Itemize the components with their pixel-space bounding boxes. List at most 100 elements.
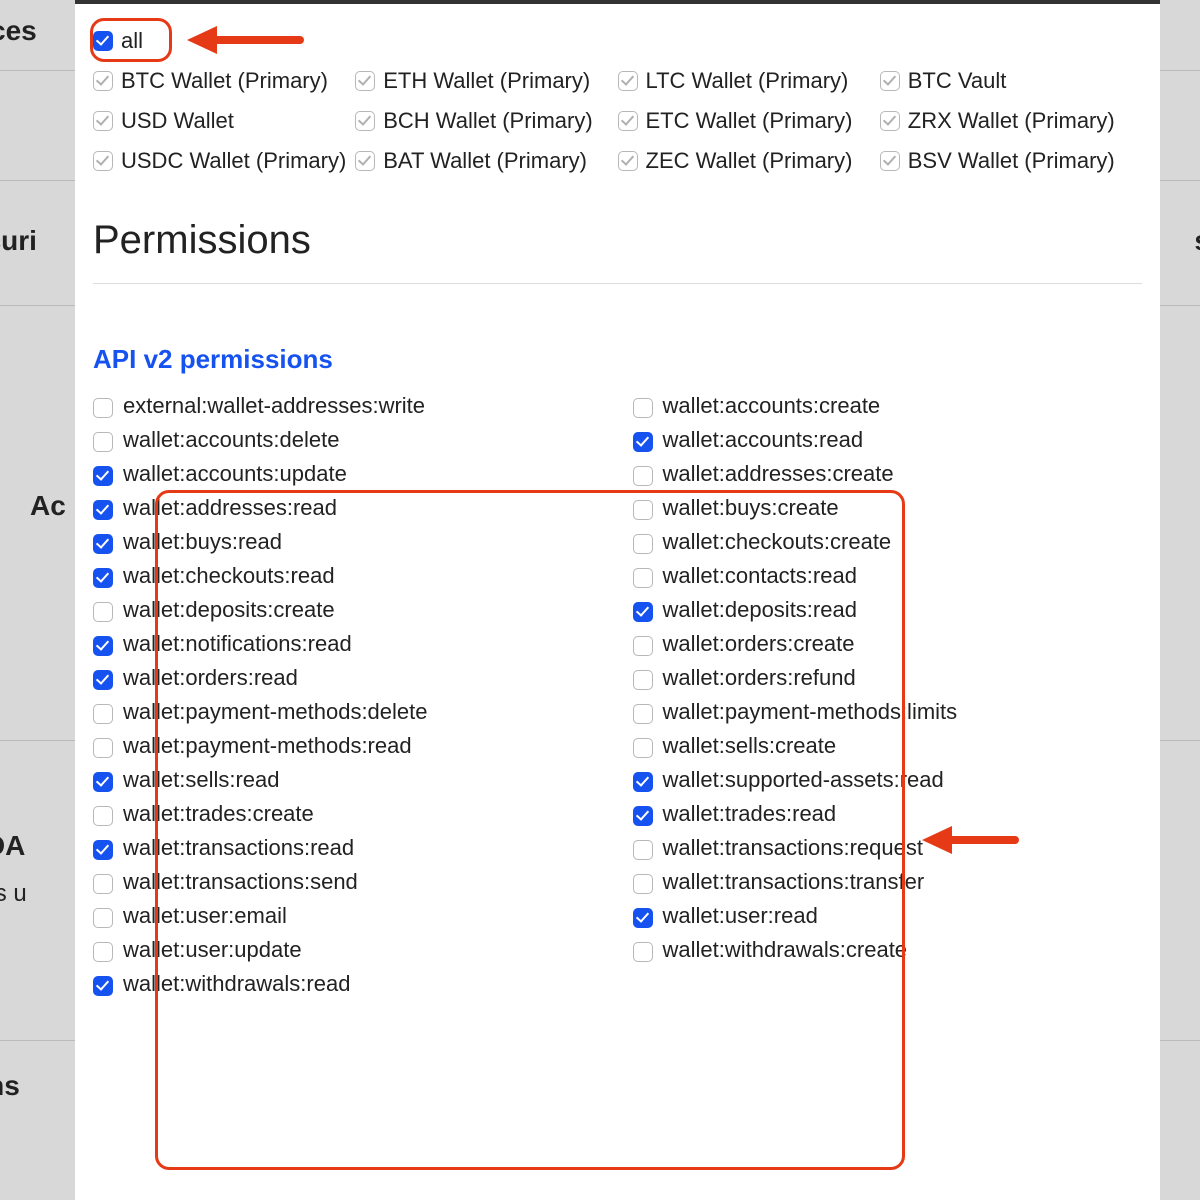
checkbox[interactable] — [93, 602, 113, 622]
checkbox[interactable] — [355, 151, 375, 171]
permission-item[interactable]: wallet:user:read — [633, 903, 1143, 929]
checkbox[interactable] — [93, 71, 113, 91]
checkbox[interactable] — [633, 806, 653, 826]
permission-item[interactable]: wallet:payment-methods:read — [93, 733, 603, 759]
checkbox[interactable] — [618, 71, 638, 91]
permission-item[interactable]: wallet:addresses:create — [633, 461, 1143, 487]
checkbox[interactable] — [93, 432, 113, 452]
permission-item[interactable]: wallet:supported-assets:read — [633, 767, 1143, 793]
checkbox[interactable] — [633, 568, 653, 588]
permission-item[interactable]: wallet:notifications:read — [93, 631, 603, 657]
checkbox[interactable] — [633, 398, 653, 418]
permission-item[interactable]: wallet:payment-methods:delete — [93, 699, 603, 725]
checkbox[interactable] — [633, 636, 653, 656]
checkbox[interactable] — [93, 772, 113, 792]
wallet-item[interactable]: LTC Wallet (Primary) — [618, 64, 880, 98]
checkbox[interactable] — [93, 398, 113, 418]
permission-item[interactable]: wallet:accounts:read — [633, 427, 1143, 453]
permission-item[interactable]: wallet:accounts:delete — [93, 427, 603, 453]
checkbox[interactable] — [93, 806, 113, 826]
permission-item[interactable]: wallet:payment-methods:limits — [633, 699, 1143, 725]
checkbox[interactable] — [633, 772, 653, 792]
wallet-item[interactable]: ZEC Wallet (Primary) — [618, 144, 880, 178]
checkbox[interactable] — [633, 942, 653, 962]
checkbox[interactable] — [93, 534, 113, 554]
permission-item[interactable]: wallet:transactions:send — [93, 869, 603, 895]
permission-label: wallet:accounts:read — [663, 427, 864, 453]
checkbox[interactable] — [93, 500, 113, 520]
permission-item[interactable]: wallet:trades:create — [93, 801, 603, 827]
checkbox[interactable] — [633, 704, 653, 724]
permission-item[interactable]: wallet:sells:read — [93, 767, 603, 793]
checkbox[interactable] — [633, 908, 653, 928]
checkbox[interactable] — [93, 874, 113, 894]
wallet-item[interactable]: BCH Wallet (Primary) — [355, 104, 617, 138]
permission-item[interactable]: wallet:user:update — [93, 937, 603, 963]
checkbox[interactable] — [93, 738, 113, 758]
permission-item[interactable]: wallet:orders:read — [93, 665, 603, 691]
checkbox[interactable] — [880, 151, 900, 171]
checkbox[interactable] — [880, 111, 900, 131]
checkbox[interactable] — [633, 602, 653, 622]
permission-item[interactable]: wallet:buys:read — [93, 529, 603, 555]
checkbox[interactable] — [93, 840, 113, 860]
wallet-item[interactable]: ZRX Wallet (Primary) — [880, 104, 1142, 138]
permission-item[interactable]: wallet:orders:create — [633, 631, 1143, 657]
checkbox[interactable] — [93, 636, 113, 656]
permission-item[interactable]: wallet:orders:refund — [633, 665, 1143, 691]
checkbox[interactable] — [93, 976, 113, 996]
checkbox[interactable] — [633, 500, 653, 520]
checkbox[interactable] — [93, 466, 113, 486]
checkbox[interactable] — [93, 568, 113, 588]
permission-item[interactable]: wallet:transactions:read — [93, 835, 603, 861]
checkbox[interactable] — [93, 942, 113, 962]
checkbox[interactable] — [633, 534, 653, 554]
checkbox[interactable] — [93, 908, 113, 928]
permission-item[interactable]: wallet:deposits:create — [93, 597, 603, 623]
checkbox[interactable] — [93, 151, 113, 171]
permission-item[interactable]: wallet:accounts:create — [633, 393, 1143, 419]
permission-label: wallet:user:email — [123, 903, 287, 929]
permission-item[interactable]: wallet:checkouts:read — [93, 563, 603, 589]
permission-item[interactable]: wallet:sells:create — [633, 733, 1143, 759]
checkbox[interactable] — [633, 738, 653, 758]
permission-item[interactable]: wallet:withdrawals:create — [633, 937, 1143, 963]
permission-item[interactable]: wallet:trades:read — [633, 801, 1143, 827]
permission-item[interactable]: wallet:user:email — [93, 903, 603, 929]
wallet-item[interactable]: USD Wallet — [93, 104, 355, 138]
checkbox[interactable] — [880, 71, 900, 91]
permission-label: wallet:supported-assets:read — [663, 767, 944, 793]
checkbox[interactable] — [633, 432, 653, 452]
checkbox[interactable] — [93, 704, 113, 724]
wallet-item[interactable]: ETH Wallet (Primary) — [355, 64, 617, 98]
checkbox[interactable] — [618, 111, 638, 131]
checkbox[interactable] — [633, 840, 653, 860]
permission-item[interactable]: wallet:addresses:read — [93, 495, 603, 521]
checkbox[interactable] — [633, 466, 653, 486]
wallet-item[interactable]: ETC Wallet (Primary) — [618, 104, 880, 138]
permission-item[interactable]: wallet:transactions:transfer — [633, 869, 1143, 895]
wallet-item[interactable]: BAT Wallet (Primary) — [355, 144, 617, 178]
checkbox[interactable] — [618, 151, 638, 171]
permission-item[interactable]: wallet:checkouts:create — [633, 529, 1143, 555]
permission-item[interactable]: wallet:transactions:request — [633, 835, 1143, 861]
checkbox[interactable] — [355, 111, 375, 131]
permission-item[interactable]: wallet:buys:create — [633, 495, 1143, 521]
wallet-item[interactable]: BTC Vault — [880, 64, 1142, 98]
checkbox[interactable] — [93, 670, 113, 690]
permission-item[interactable]: external:wallet-addresses:write — [93, 393, 603, 419]
permission-item[interactable]: wallet:contacts:read — [633, 563, 1143, 589]
wallet-item[interactable]: USDC Wallet (Primary) — [93, 144, 355, 178]
api-v2-permissions-header[interactable]: API v2 permissions — [93, 344, 1142, 375]
checkbox[interactable] — [355, 71, 375, 91]
wallet-all-item[interactable]: all — [93, 24, 1142, 58]
checkbox[interactable] — [93, 111, 113, 131]
checkbox[interactable] — [633, 874, 653, 894]
checkbox-all[interactable] — [93, 31, 113, 51]
permission-item[interactable]: wallet:deposits:read — [633, 597, 1143, 623]
permission-item[interactable]: wallet:accounts:update — [93, 461, 603, 487]
wallet-item[interactable]: BSV Wallet (Primary) — [880, 144, 1142, 178]
checkbox[interactable] — [633, 670, 653, 690]
permission-item[interactable]: wallet:withdrawals:read — [93, 971, 603, 997]
wallet-item[interactable]: BTC Wallet (Primary) — [93, 64, 355, 98]
